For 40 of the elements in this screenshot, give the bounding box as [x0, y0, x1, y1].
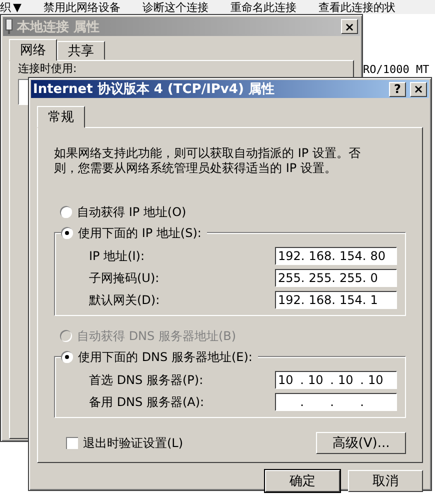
ip-address-field[interactable]: 192. 168. 154. 1	[275, 291, 397, 309]
radio-button[interactable]	[61, 351, 73, 363]
tab[interactable]: 共享	[57, 41, 105, 60]
dialog-button[interactable]: 取消	[348, 470, 423, 492]
radio-button[interactable]	[61, 227, 73, 239]
close-button[interactable]: ×	[341, 19, 358, 34]
toolbar-item[interactable]: 诊断这个连接	[142, 0, 208, 14]
checkbox-label: 退出时验证设置(L)	[83, 435, 184, 451]
network-adapter-icon	[5, 19, 13, 34]
radio-label: 使用下面的 IP 地址(S):	[78, 225, 202, 241]
window-title: 本地连接 属性	[17, 18, 101, 36]
field-label: 默认网关(D):	[89, 292, 160, 308]
intro-text: 如果网络支持此功能，则可以获取自动指派的 IP 设置。否则，您需要从网络系统管理员处获得适当的 IP 设置。	[54, 146, 362, 176]
connect-using-label: 连接时使用:	[18, 62, 78, 75]
toolbar-item[interactable]: 查看此连接的状	[318, 0, 396, 14]
field-label: 子网掩码(U):	[89, 270, 160, 286]
device-name: RO/1000 MT	[363, 62, 430, 78]
field-label: 备用 DNS 服务器(A):	[89, 394, 204, 410]
checkbox[interactable]	[66, 437, 78, 449]
ip-address-field[interactable]: 255. 255. 255. 0	[275, 269, 397, 287]
tab[interactable]: 常规	[37, 106, 85, 128]
ip-address-field[interactable]: 10 . 10 . 10 . 10	[275, 371, 397, 389]
help-button[interactable]: ?	[389, 82, 406, 96]
toolbar-item[interactable]: 重命名此连接	[230, 0, 296, 14]
dialog-button[interactable]: 确定	[265, 470, 340, 492]
dropdown-caret[interactable]: ▼	[13, 0, 22, 14]
field-label: 首选 DNS 服务器(P):	[89, 372, 204, 388]
close-button[interactable]: ×	[410, 82, 427, 96]
window-title: Internet 协议版本 4 (TCP/IPv4) 属性	[33, 80, 276, 98]
toolbar-item[interactable]: 织	[0, 0, 11, 14]
radio-label: 自动获得 DNS 服务器地址(B)	[77, 328, 236, 344]
field-label: IP 地址(I):	[89, 248, 145, 264]
radio-label: 自动获得 IP 地址(O)	[77, 204, 186, 220]
ip-address-field[interactable]: 192. 168. 154. 80	[275, 247, 397, 265]
advanced-button[interactable]: 高级(V)...	[316, 432, 406, 454]
radio-button[interactable]	[60, 206, 72, 218]
ip-address-field[interactable]: . . .	[275, 393, 397, 411]
toolbar-item[interactable]: 禁用此网络设备	[43, 0, 120, 14]
radio-label: 使用下面的 DNS 服务器地址(E):	[78, 349, 252, 365]
tab[interactable]: 网络	[9, 39, 57, 61]
